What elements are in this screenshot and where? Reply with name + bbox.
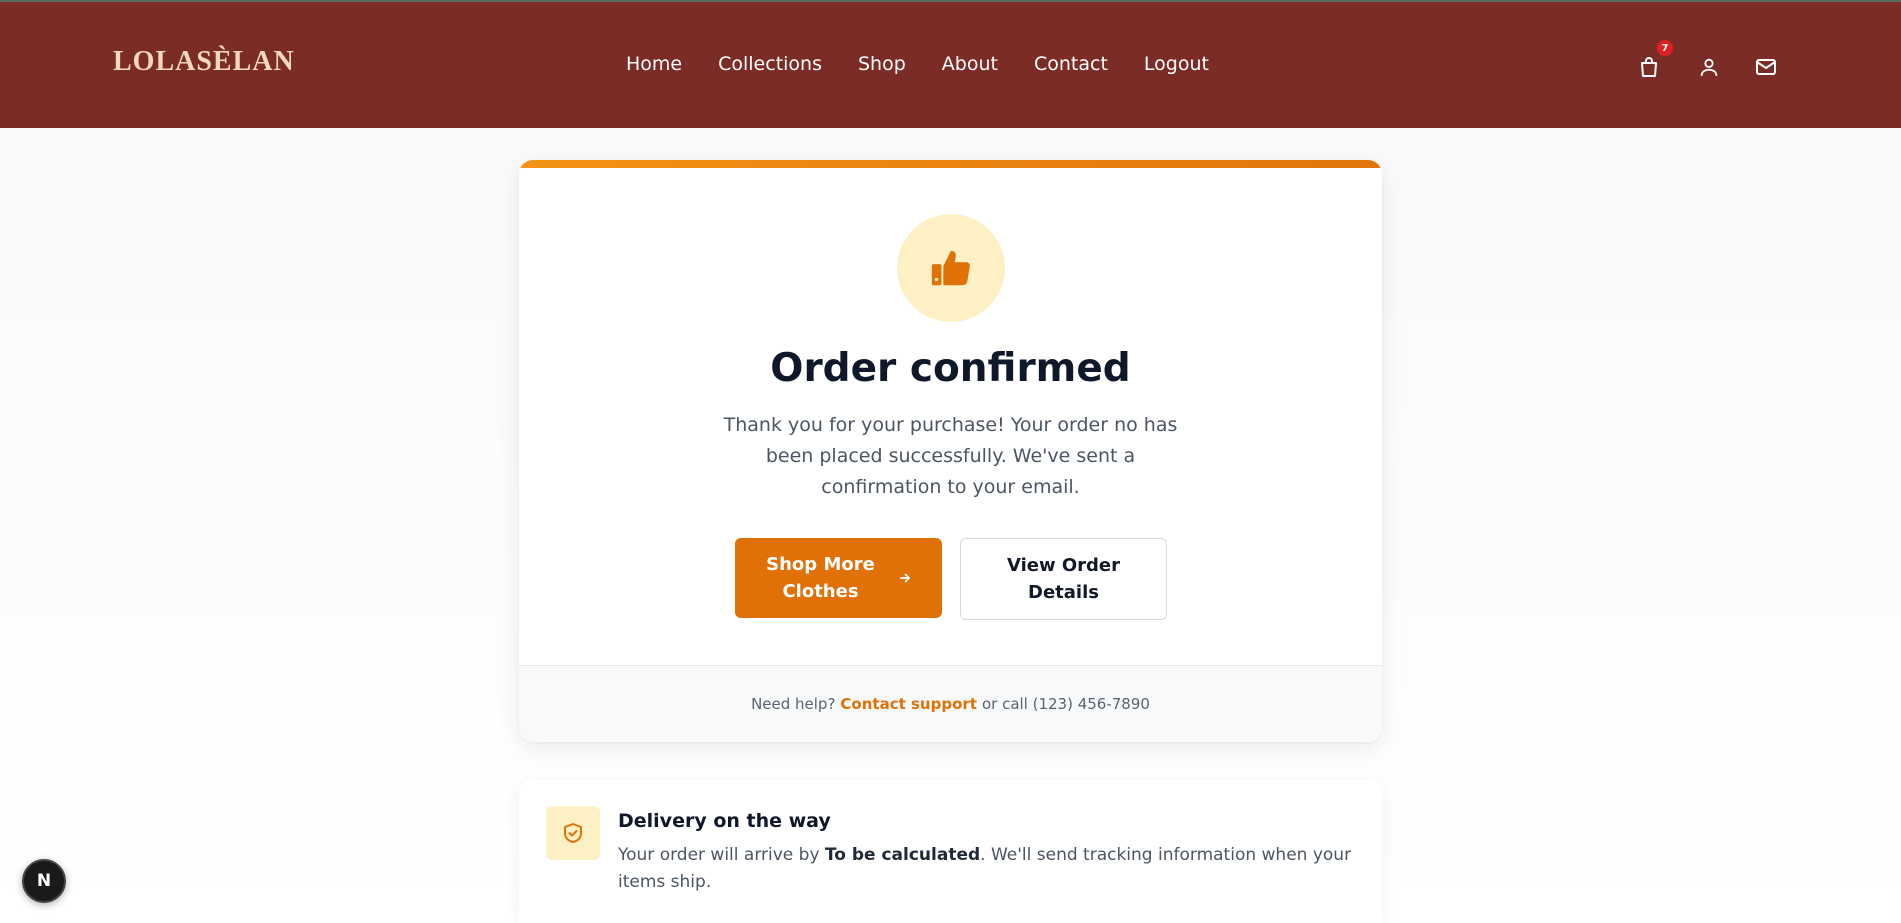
dev-tools-badge[interactable]: N [22,859,66,903]
view-order-details-label: View Order Details [1006,555,1121,603]
card-accent-bar [519,160,1382,168]
delivery-text-prefix: Your order will arrive by [618,845,820,865]
mail-icon [1756,59,1776,75]
help-prefix: Need help? [751,695,836,713]
delivery-title: Delivery on the way [618,810,831,832]
shop-more-button[interactable]: Shop More Clothes [735,538,942,618]
delivery-status-card: Delivery on the way Your order will arri… [519,780,1382,923]
messages-button[interactable] [1753,54,1779,80]
brand-logo[interactable]: LOLASÈLAN [113,46,295,78]
confirmation-title: Order confirmed [770,346,1131,391]
arrow-right-icon [899,573,910,583]
help-footer: Need help? Contact support or call (123)… [519,665,1382,742]
order-confirmation-card: Order confirmed Thank you for your purch… [519,160,1382,742]
account-button[interactable] [1696,54,1722,80]
nav-contact[interactable]: Contact [1034,53,1108,75]
nav-collections[interactable]: Collections [718,53,822,75]
shop-more-label: Shop More Clothes [766,554,875,602]
thumbs-up-badge [897,214,1005,322]
help-suffix: or call (123) 456-7890 [981,695,1150,713]
contact-support-link[interactable]: Contact support [840,695,977,713]
view-order-details-button[interactable]: View Order Details [960,538,1167,620]
delivery-arrival: To be calculated [824,845,981,865]
thumbs-up-icon [931,250,970,286]
delivery-icon-box [546,806,600,860]
main-nav: Home Collections Shop About Contact Logo… [626,53,1245,75]
nav-logout[interactable]: Logout [1144,53,1209,75]
shield-check-icon [564,823,582,843]
nav-home[interactable]: Home [626,53,682,75]
user-icon [1700,58,1718,77]
delivery-text: Your order will arrive by To be calculat… [618,842,1358,896]
nav-shop[interactable]: Shop [858,53,906,75]
cart-button[interactable] [1636,54,1662,80]
cart-count-badge: 7 [1657,40,1673,56]
site-header: LOLASÈLAN Home Collections Shop About Co… [0,2,1901,128]
confirmation-message: Thank you for your purchase! Your order … [723,414,1178,498]
nav-about[interactable]: About [942,53,998,75]
shopping-bag-icon [1641,57,1657,77]
